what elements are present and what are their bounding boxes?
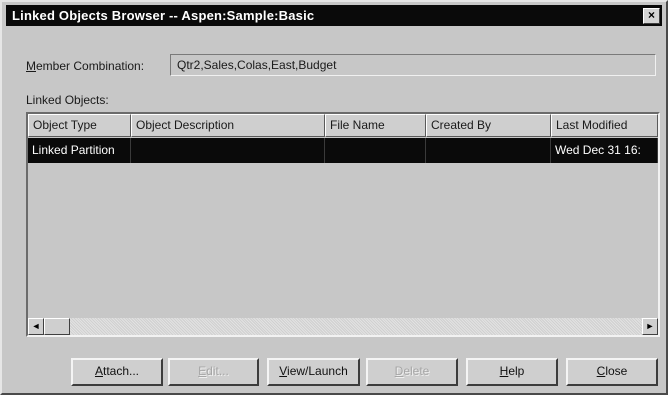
window-title: Linked Objects Browser -- Aspen:Sample:B… [12,8,315,23]
member-combination-label-rest: ember Combination: [36,59,145,73]
close-label: lose [605,364,628,378]
cell-last-modified: Wed Dec 31 16: [551,138,658,163]
column-header-created-by[interactable]: Created By [426,114,551,137]
column-header-object-description[interactable]: Object Description [131,114,325,137]
linked-objects-label: Linked Objects: [26,93,109,107]
attach-button[interactable]: Attach... [71,358,163,386]
edit-label: dit... [206,364,229,378]
view-launch-button[interactable]: View/Launch [267,358,360,386]
delete-mnemonic: D [394,364,404,378]
scroll-thumb[interactable] [44,318,70,335]
horizontal-scrollbar[interactable]: ◄ ► [28,318,658,335]
view-launch-mnemonic: V [279,364,288,378]
edit-button[interactable]: Edit... [168,358,259,386]
help-button[interactable]: Help [466,358,558,386]
title-bar[interactable]: Linked Objects Browser -- Aspen:Sample:B… [6,5,662,26]
list-header: Object Type Object Description File Name… [28,114,658,137]
cell-object-type: Linked Partition [28,138,131,163]
help-label: elp [508,364,525,378]
scroll-right-icon[interactable]: ► [642,318,658,335]
linked-objects-dialog: Linked Objects Browser -- Aspen:Sample:B… [0,0,668,395]
column-header-object-type[interactable]: Object Type [28,114,131,137]
view-launch-label: iew/Launch [287,364,348,378]
close-icon[interactable]: × [643,8,660,24]
member-combination-label: Member Combination: [26,59,144,73]
cell-created-by [426,138,551,163]
scroll-left-icon[interactable]: ◄ [28,318,44,335]
attach-mnemonic: A [94,364,103,378]
edit-mnemonic: E [198,364,207,378]
column-header-last-modified[interactable]: Last Modified [551,114,658,137]
member-combination-mnemonic: M [26,59,36,73]
close-button[interactable]: Close [566,358,658,386]
member-combination-field[interactable]: Qtr2,Sales,Colas,East,Budget [170,54,656,76]
column-header-file-name[interactable]: File Name [325,114,426,137]
delete-label: elete [403,364,430,378]
linked-objects-list[interactable]: Object Type Object Description File Name… [26,112,660,337]
delete-button[interactable]: Delete [366,358,458,386]
table-row[interactable]: Linked Partition Wed Dec 31 16: [28,138,658,163]
cell-object-description [131,138,325,163]
cell-file-name [325,138,426,163]
attach-label: ttach... [102,364,140,378]
